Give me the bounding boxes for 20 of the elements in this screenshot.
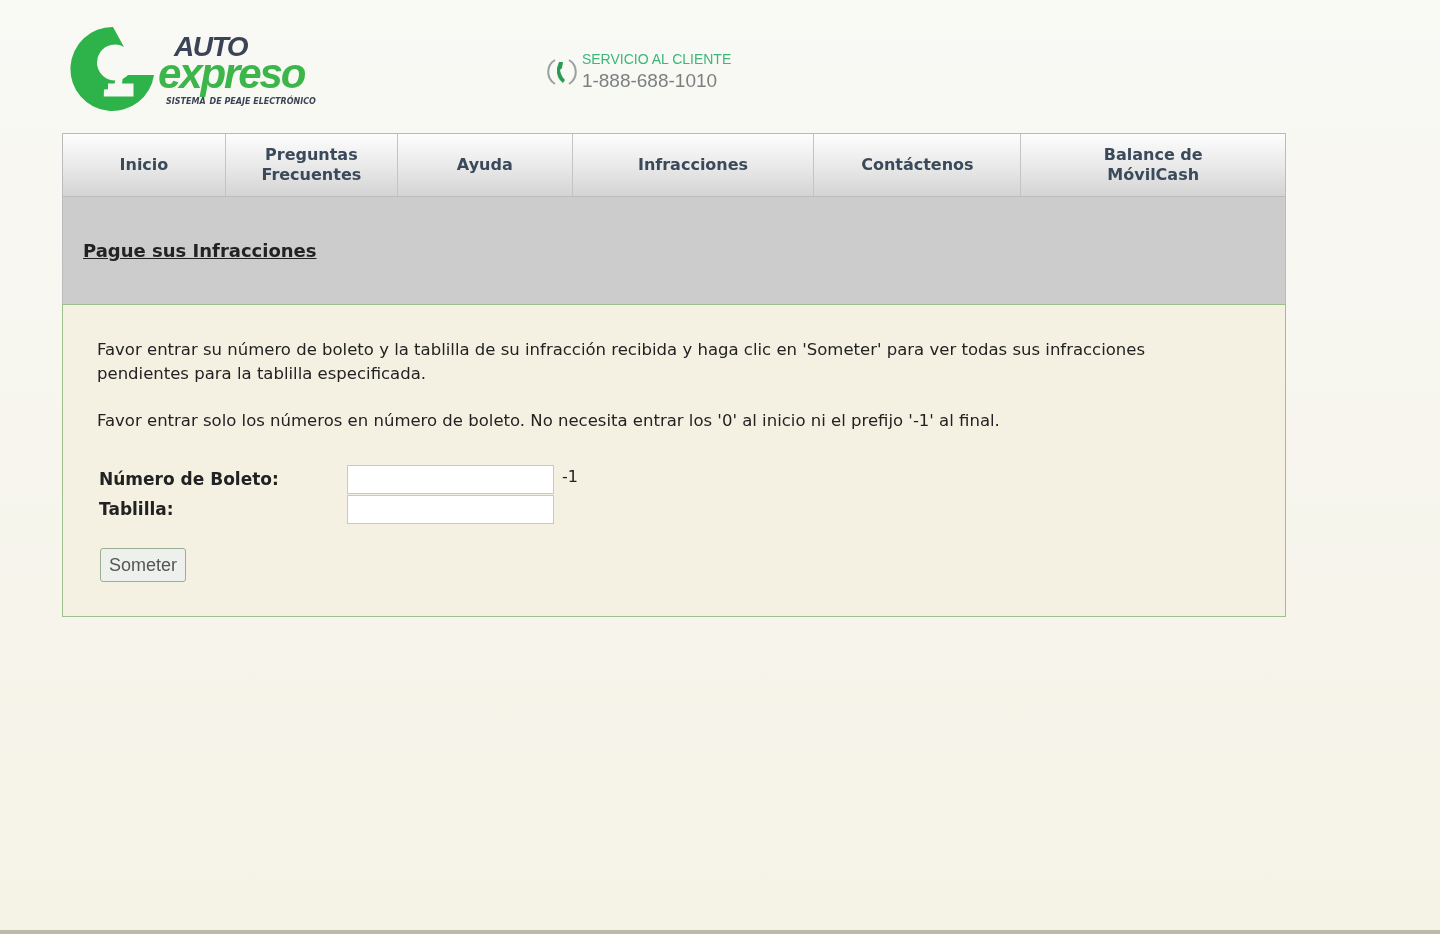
nav-tab[interactable]: Ayuda	[396, 134, 572, 196]
section-title: Pague sus Infracciones	[83, 239, 317, 263]
phone-icon	[545, 56, 578, 88]
field-label: Tablilla:	[98, 497, 175, 521]
logo-tagline: SISTEMA	[166, 97, 206, 106]
field-label: Número de Boleto:	[98, 467, 280, 491]
nav-tab[interactable]: Preguntas Frecuentes	[224, 134, 397, 196]
instruction-text: Favor entrar solo los números en número de boleto. No necesita entrar los '0' al inicio ni el prefijo '-1' al final.	[97, 410, 1001, 432]
instruction-text: Favor entrar su número de boleto y la tablilla de su infracción recibida y haga clic en 'Someter' para ver todas sus infracciones pendientes para la tablilla especificada.	[97, 339, 1147, 385]
nav-tab[interactable]: Infracciones	[571, 134, 814, 196]
phone-number: 1-888-688-1010	[581, 68, 719, 93]
nav-tab[interactable]: Balance de MóvilCash	[1020, 134, 1285, 196]
logo-tagline: DE PEAJE ELECTRÓNICO	[209, 97, 316, 106]
field-suffix: -1	[562, 466, 578, 488]
submit-button[interactable]: Someter	[100, 548, 187, 582]
nav-tab[interactable]: Contáctenos	[813, 134, 1021, 196]
input-field[interactable]	[347, 465, 554, 494]
input-field[interactable]	[347, 495, 554, 524]
customer-service-label: SERVICIO AL CLIENTE	[581, 51, 732, 69]
nav-tab[interactable]: Inicio	[63, 134, 225, 196]
